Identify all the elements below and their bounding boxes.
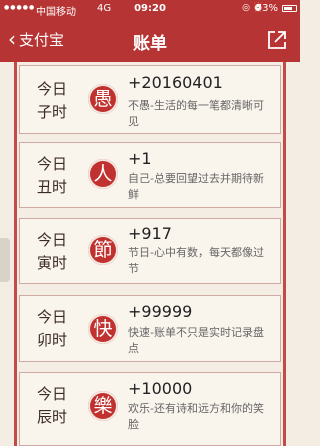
- entry-period: 今日 子时: [36, 80, 67, 121]
- frame-border-left: [14, 62, 17, 446]
- entry-description: 不愚-生活的每一笔都清晰可见: [128, 99, 264, 128]
- entry-amount: +99999: [128, 302, 193, 321]
- frame-border-right: [283, 62, 286, 446]
- battery-icon: [282, 5, 297, 12]
- bill-list[interactable]: 今日 子时 愚 +20160401 不愚-生活的每一笔都清晰可见 今日 丑时 人…: [0, 62, 300, 446]
- entry-description: 快速-账单不只是实时记录盘点: [128, 326, 264, 355]
- share-icon[interactable]: [266, 29, 288, 51]
- seal-icon: 人: [88, 159, 118, 189]
- page-title: 账单: [133, 34, 167, 54]
- side-handle[interactable]: [0, 238, 10, 282]
- entry-period: 今日 卯时: [36, 308, 67, 349]
- battery-percent: 73%: [255, 3, 278, 14]
- bill-entry[interactable]: 今日 寅时 節 +917 节日-心中有数，每天都像过节: [19, 218, 281, 284]
- entry-amount: +1: [128, 149, 152, 168]
- entry-period: 今日 丑时: [36, 155, 67, 196]
- bill-entry[interactable]: 今日 丑时 人 +1 自己-总要回望过去并期待新鲜: [19, 142, 281, 208]
- bill-entry[interactable]: 今日 辰时 樂 +10000 欢乐-还有诗和远方和你的笑脸: [19, 372, 281, 446]
- seal-icon: 節: [88, 235, 118, 265]
- navigation-bar: ‹ 支付宝 账单: [0, 17, 300, 62]
- seal-icon: 樂: [88, 391, 118, 421]
- status-bar: ●●●●● 中国移动 4G 09:20 ◎ ⏰ 73%: [0, 0, 300, 18]
- entry-period: 今日 辰时: [36, 385, 67, 426]
- entry-amount: +20160401: [128, 73, 223, 92]
- entry-amount: +917: [128, 224, 172, 243]
- entry-amount: +10000: [128, 379, 193, 398]
- entry-description: 节日-心中有数，每天都像过节: [128, 246, 264, 275]
- bill-entry[interactable]: 今日 子时 愚 +20160401 不愚-生活的每一笔都清晰可见: [19, 65, 281, 134]
- seal-icon: 愚: [88, 84, 118, 114]
- entry-description: 欢乐-还有诗和远方和你的笑脸: [128, 402, 264, 431]
- bill-entry[interactable]: 今日 卯时 快 +99999 快速-账单不只是实时记录盘点: [19, 295, 281, 362]
- entry-description: 自己-总要回望过去并期待新鲜: [128, 172, 264, 201]
- seal-icon: 快: [88, 314, 118, 344]
- entry-period: 今日 寅时: [36, 231, 67, 272]
